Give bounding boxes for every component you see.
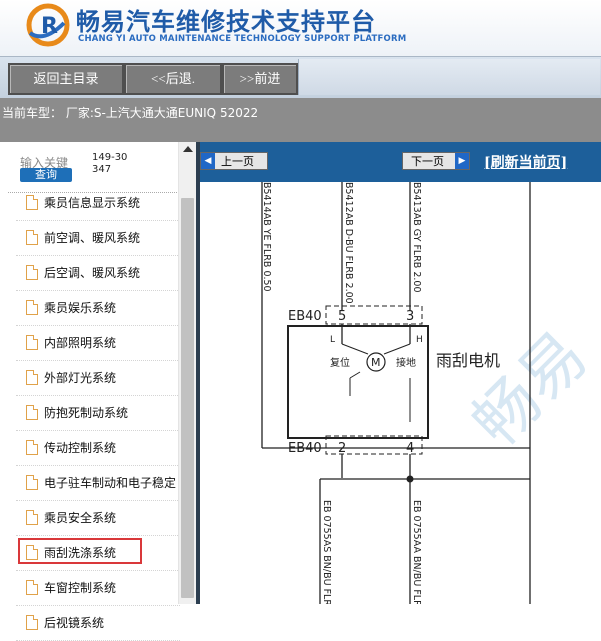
sidebar-item-label: 后视镜系统 [44,616,105,630]
sidebar-item-label: 外部灯光系统 [44,371,117,385]
document-icon [26,615,38,630]
wire-label-5: EB 0755AA BN/BU FLRI [411,500,422,604]
sidebar-item-label: 防抱死制动系统 [44,406,129,420]
reset-label: 复位 [330,356,350,369]
document-icon [26,545,38,560]
toolbar: 返回主目录 <<后退. >>前进 [0,56,601,99]
wire-label-2: B5412AB D-BU FLRB 2.00 [343,182,354,304]
right-arrow-icon: ▶ [455,153,469,169]
wire-label-1: B5414AB YE FLRB 0.50 [261,182,272,292]
sidebar-item[interactable]: 传动控制系统 [16,431,180,466]
scroll-up-arrow-icon[interactable] [183,146,193,152]
sidebar: 输入关键 查询 149-30347 乘员信息显示系统 前空调、暖风系统 后空调、暖风… [0,142,196,641]
document-icon [26,405,38,420]
document-icon [26,230,38,245]
sidebar-item[interactable]: 电子驻车制动和电子稳定 [16,466,180,501]
system-list: 乘员信息显示系统 前空调、暖风系统 后空调、暖风系统 乘员娱乐系统 内部照明系统 外部灯光… [16,186,180,641]
document-icon [26,440,38,455]
sidebar-item[interactable]: 后视镜系统 [16,606,180,641]
sidebar-item-label: 乘员娱乐系统 [44,301,117,315]
document-icon [26,475,38,490]
pin-2-label: 2 [338,441,346,456]
sidebar-item-label: 后空调、暖风系统 [44,266,141,280]
sidebar-item-label: 乘员信息显示系统 [44,196,141,210]
connector-top-label: EB40 [288,309,322,324]
header: R 畅易汽车维修技术支持平台 CHANG YI AUTO MAINTENANCE… [0,0,601,56]
document-icon [26,195,38,210]
wiring-diagram: 畅易 B5414AB YE FLRB 0.50 B5412AB D-BU FLR… [261,182,601,604]
brand-subtitle: CHANG YI AUTO MAINTENANCE TECHNOLOGY SUP… [78,34,407,44]
refresh-page-link[interactable]: [刷新当前页] [484,152,567,172]
sidebar-item[interactable]: 乘员娱乐系统 [16,291,180,326]
prev-page-button[interactable]: ◀ 上一页 [200,152,268,170]
motor-symbol-text: M [371,356,381,369]
component-name: 雨刮电机 [436,351,500,370]
sidebar-item-label: 内部照明系统 [44,336,117,350]
connector-bottom-label: EB40 [288,441,322,456]
current-model-text: 当前车型： 厂家:S-上汽大通大通EUNIQ 52022 [2,106,259,120]
sidebar-item[interactable]: 乘员安全系统 [16,501,180,536]
document-icon [26,580,38,595]
sidebar-item-label: 前空调、暖风系统 [44,231,141,245]
scroll-thumb[interactable] [181,198,194,598]
sidebar-item[interactable]: 后空调、暖风系统 [16,256,180,291]
ground-label: 接地 [396,356,416,369]
sidebar-item[interactable]: 雨刮洗涤系统 [16,536,180,571]
sidebar-item[interactable]: 车窗控制系统 [16,571,180,606]
sidebar-item-label: 电子驻车制动和电子稳定 [44,476,177,490]
sidebar-item[interactable]: 防抱死制动系统 [16,396,180,431]
sidebar-item-label: 雨刮洗涤系统 [44,546,117,560]
forward-button[interactable]: >>前进 [222,63,298,95]
car-info-bar: 当前车型： 厂家:S-上汽大通大通EUNIQ 52022 [0,98,601,142]
document-icon [26,300,38,315]
logo-letter: R [41,14,58,39]
document-icon [26,370,38,385]
sidebar-item-label: 传动控制系统 [44,441,117,455]
low-speed-label: L [330,335,335,345]
sidebar-item-label: 车窗控制系统 [44,581,117,595]
content-panel: ◀ 上一页 下一页 ▶ [刷新当前页] 畅易 B5414AB YE FLRB 0… [200,142,601,604]
brand-title: 畅易汽车维修技术支持平台 [76,8,376,36]
document-icon [26,510,38,525]
sidebar-item[interactable]: 外部灯光系统 [16,361,180,396]
high-speed-label: H [416,335,423,345]
search-button[interactable]: 查询 [20,168,72,182]
search-input[interactable]: 149-30347 [92,152,132,176]
logo-icon: R [26,3,70,47]
home-button[interactable]: 返回主目录 [8,63,124,95]
next-page-label: 下一页 [411,155,444,168]
sidebar-scrollbar[interactable] [178,142,197,604]
left-arrow-icon: ◀ [201,153,215,169]
back-button[interactable]: <<后退. [124,63,222,95]
document-icon [26,335,38,350]
document-icon [26,265,38,280]
sidebar-item[interactable]: 前空调、暖风系统 [16,221,180,256]
toolbar-filler [298,59,600,95]
pin-5-label: 5 [338,309,346,324]
next-page-button[interactable]: 下一页 ▶ [402,152,470,170]
sidebar-item[interactable]: 乘员信息显示系统 [16,186,180,221]
page-navbar: ◀ 上一页 下一页 ▶ [刷新当前页] [200,142,601,182]
wire-label-3: B5413AB GY FLRB 2.00 [411,182,422,293]
sidebar-item-label: 乘员安全系统 [44,511,117,525]
pin-4-label: 4 [406,441,414,456]
wire-label-4: EB 0755AS BN/BU FLR [321,500,332,604]
sidebar-item[interactable]: 内部照明系统 [16,326,180,361]
pin-3-label: 3 [406,309,414,324]
prev-page-label: 上一页 [221,155,254,168]
